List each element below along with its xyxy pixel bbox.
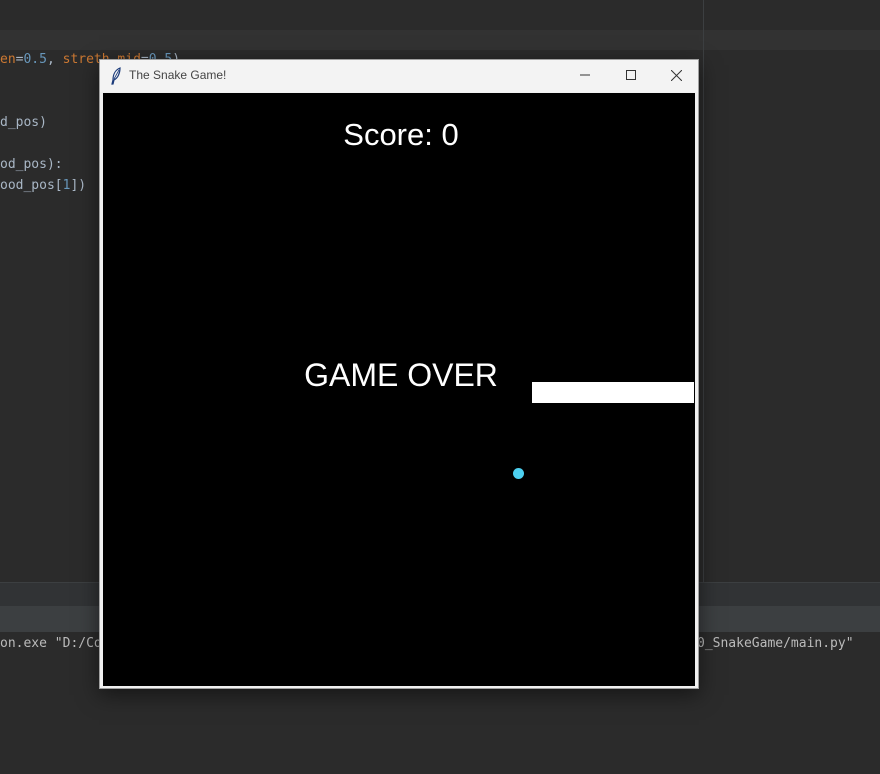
- game-window: The Snake Game! Score: 0 GAME OVER: [99, 59, 699, 689]
- ide-current-line: [0, 30, 880, 50]
- ide-topbar: [0, 0, 880, 30]
- minimize-button[interactable]: [562, 60, 608, 90]
- code-line: d_pos): [0, 115, 47, 130]
- ide-editor-margin: [703, 0, 704, 582]
- close-button[interactable]: [653, 60, 699, 90]
- game-canvas[interactable]: Score: 0 GAME OVER: [103, 93, 695, 686]
- snake-body: [532, 382, 694, 403]
- title-bar[interactable]: The Snake Game!: [100, 60, 698, 92]
- console-output: 0_SnakeGame/main.py": [697, 636, 854, 651]
- close-icon: [670, 69, 682, 81]
- console-output: on.exe "D:/Co: [0, 636, 102, 651]
- feather-icon: [110, 67, 122, 85]
- maximize-button[interactable]: [608, 60, 654, 90]
- food-item: [513, 468, 524, 479]
- window-title: The Snake Game!: [129, 68, 227, 82]
- code-line: ood_pos[1]): [0, 178, 87, 193]
- code-line: od_pos):: [0, 157, 63, 172]
- score-label: Score: 0: [343, 117, 459, 152]
- minimize-icon: [580, 74, 590, 76]
- maximize-icon: [626, 70, 636, 80]
